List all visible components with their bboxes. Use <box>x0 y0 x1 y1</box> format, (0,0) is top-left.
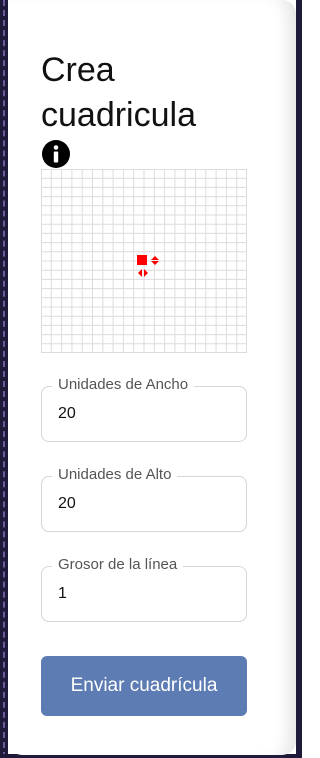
width-units-input[interactable] <box>58 405 228 423</box>
line-thickness-input[interactable] <box>58 585 228 603</box>
width-units-label: Unidades de Ancho <box>52 376 195 393</box>
square-marker-icon <box>137 255 147 265</box>
height-units-field: Unidades de Alto <box>41 466 247 532</box>
info-icon[interactable] <box>41 139 71 169</box>
page-title: Crea cuadricula <box>41 51 196 134</box>
line-thickness-field: Grosor de la línea <box>41 556 247 622</box>
height-units-label: Unidades de Alto <box>52 466 178 483</box>
background-left-edge <box>0 0 8 758</box>
grid-preview[interactable] <box>41 169 247 353</box>
submit-grid-button[interactable]: Enviar cuadrícula <box>41 656 247 716</box>
width-units-field: Unidades de Ancho <box>41 376 247 442</box>
height-units-input[interactable] <box>58 495 228 513</box>
line-thickness-label: Grosor de la línea <box>52 556 184 573</box>
background-right-edge <box>296 0 302 758</box>
